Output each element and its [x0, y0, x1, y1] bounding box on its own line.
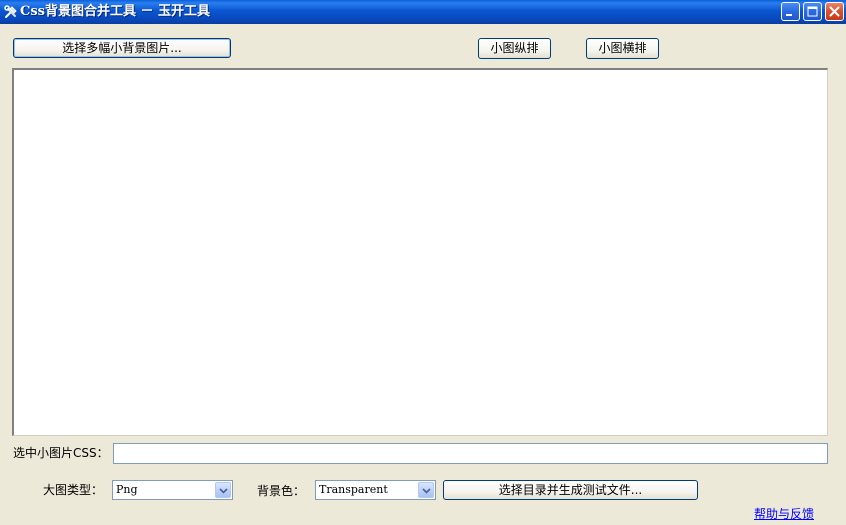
dropdown-button[interactable]: [215, 482, 231, 498]
chevron-down-icon: [422, 488, 431, 494]
css-field-label: 选中小图片CSS：: [13, 446, 109, 460]
bg-color-value: Transparent: [319, 483, 388, 496]
css-output-input[interactable]: [113, 443, 828, 464]
image-type-select[interactable]: Png: [112, 480, 233, 500]
maximize-icon: [807, 6, 818, 17]
help-feedback-link[interactable]: 帮助与反馈: [754, 506, 814, 522]
tools-icon: [3, 4, 19, 20]
bg-color-select[interactable]: Transparent: [315, 480, 436, 500]
minimize-icon: [786, 14, 792, 16]
title-bar[interactable]: Css背景图合并工具 － 玉开工具: [0, 0, 846, 24]
bg-color-label: 背景色：: [257, 484, 306, 498]
window-title: Css背景图合并工具 － 玉开工具: [20, 4, 211, 19]
vertical-layout-button[interactable]: 小图纵排: [478, 38, 551, 59]
horizontal-layout-button[interactable]: 小图横排: [586, 38, 659, 59]
dropdown-button[interactable]: [418, 482, 434, 498]
select-images-button[interactable]: 选择多幅小背景图片...: [13, 38, 231, 58]
chevron-down-icon: [219, 488, 228, 494]
preview-canvas[interactable]: [12, 68, 828, 436]
maximize-button[interactable]: [803, 2, 822, 21]
close-icon: [829, 6, 840, 17]
image-type-label: 大图类型：: [43, 483, 104, 497]
close-button[interactable]: [825, 2, 844, 21]
app-window: Css背景图合并工具 － 玉开工具 选择多幅小背景图片... 小图纵排 小图横排…: [0, 0, 846, 525]
generate-test-files-button[interactable]: 选择目录并生成测试文件...: [443, 480, 698, 500]
image-type-value: Png: [116, 483, 138, 496]
minimize-button[interactable]: [781, 2, 800, 21]
